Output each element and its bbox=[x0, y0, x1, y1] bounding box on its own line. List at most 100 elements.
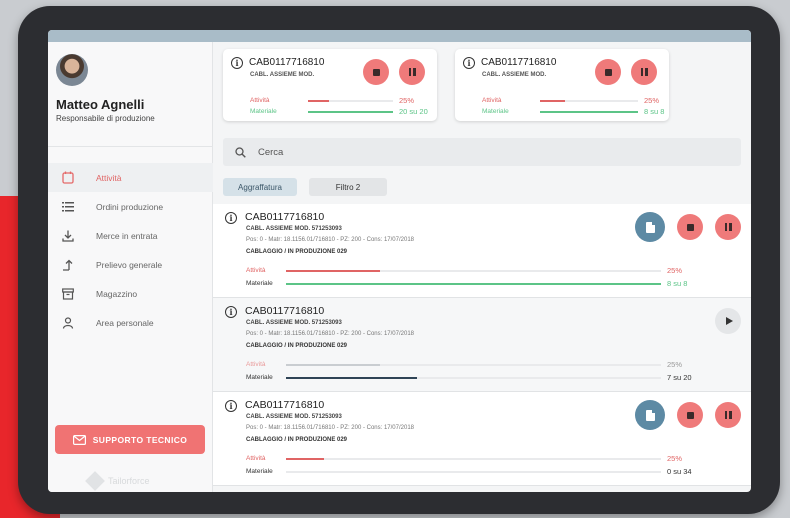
user-name: Matteo Agnelli bbox=[56, 97, 145, 112]
info-icon[interactable]: i bbox=[225, 212, 237, 224]
sidebar-divider bbox=[48, 146, 213, 147]
pause-button[interactable] bbox=[715, 402, 741, 428]
activity-progress-track bbox=[540, 99, 638, 102]
sidebar-item-ordini-produzione[interactable]: Ordini produzione bbox=[48, 192, 213, 221]
pause-button[interactable] bbox=[715, 214, 741, 240]
task-subtitle: CABL. ASSIEME MOD. 571253093 bbox=[246, 226, 342, 232]
sidebar-item-label: Merce in entrata bbox=[96, 230, 158, 241]
activity-value: 25% bbox=[399, 96, 415, 105]
info-icon[interactable]: i bbox=[225, 306, 237, 318]
material-value: 20 su 20 bbox=[399, 107, 428, 116]
support-button-label: SUPPORTO TECNICO bbox=[92, 434, 188, 445]
activity-progress-fill bbox=[286, 457, 324, 460]
material-value: 0 su 34 bbox=[667, 467, 692, 476]
play-icon bbox=[725, 317, 733, 325]
sidebar-item-label: Magazzino bbox=[96, 288, 138, 299]
material-progress-track bbox=[286, 470, 661, 473]
pause-icon bbox=[724, 411, 732, 419]
material-progress-fill bbox=[308, 110, 393, 113]
document-icon bbox=[645, 409, 655, 421]
support-button[interactable]: SUPPORTO TECNICO bbox=[55, 425, 205, 454]
activity-progress-track bbox=[286, 363, 661, 366]
activity-value: 25% bbox=[667, 454, 683, 463]
sidebar-item-attivita[interactable]: Attività bbox=[48, 163, 213, 192]
info-icon[interactable]: i bbox=[463, 57, 475, 69]
search-input[interactable]: Cerca bbox=[258, 147, 283, 158]
play-button[interactable] bbox=[715, 308, 741, 334]
sidebar-item-label: Attività bbox=[96, 172, 122, 183]
material-progress-row: Materiale 8 su 8 bbox=[246, 279, 687, 288]
pause-icon bbox=[724, 223, 732, 231]
pause-button[interactable] bbox=[631, 59, 657, 85]
activity-value: 25% bbox=[667, 266, 683, 275]
task-code: CAB0117716810 bbox=[245, 399, 325, 411]
job-controls bbox=[595, 59, 657, 85]
material-progress-fill bbox=[286, 376, 418, 379]
activity-progress-fill bbox=[308, 99, 330, 102]
active-job-card[interactable]: i CAB0117716810 CABL. ASSIEME MOD. Attiv… bbox=[223, 49, 437, 121]
material-label: Materiale bbox=[250, 108, 277, 115]
job-subtitle: CABL. ASSIEME MOD. bbox=[250, 72, 315, 78]
task-details: Pos: 0 - Matr: 18.1156.01/716810 - PZ: 2… bbox=[246, 331, 414, 337]
activity-progress-row: Attività 25% bbox=[246, 360, 682, 369]
task-row[interactable]: i CAB0117716810 CABL. ASSIEME MOD. 57125… bbox=[213, 298, 751, 392]
archive-icon bbox=[60, 286, 76, 302]
person-icon bbox=[60, 315, 76, 331]
sidebar-item-label: Prelievo generale bbox=[96, 259, 163, 270]
material-value: 8 su 8 bbox=[644, 107, 665, 116]
stop-icon bbox=[686, 223, 694, 231]
sidebar-item-magazzino[interactable]: Magazzino bbox=[48, 279, 213, 308]
brand-logo: Tailorforce bbox=[85, 471, 150, 491]
activity-progress-track bbox=[286, 457, 661, 460]
document-button[interactable] bbox=[635, 400, 665, 430]
activity-label: Attività bbox=[250, 97, 270, 104]
activity-label: Attività bbox=[482, 97, 502, 104]
sidebar-nav: Attività Ordini produzione Merce in entr… bbox=[48, 163, 213, 337]
activity-label: Attività bbox=[246, 267, 266, 274]
info-icon[interactable]: i bbox=[231, 57, 243, 69]
task-code: CAB0117716810 bbox=[245, 305, 325, 317]
task-status: CABLAGGIO / IN PRODUZIONE 029 bbox=[246, 249, 348, 255]
user-role: Responsabile di produzione bbox=[56, 114, 155, 123]
activity-progress-row: Attività 25% bbox=[482, 96, 659, 105]
sidebar-item-label: Area personale bbox=[96, 317, 154, 328]
calendar-icon bbox=[60, 170, 76, 186]
info-icon[interactable]: i bbox=[225, 400, 237, 412]
filter-chip-aggraffatura[interactable]: Aggraffatura bbox=[223, 178, 297, 196]
activity-value: 25% bbox=[667, 360, 683, 369]
activity-progress-fill bbox=[540, 99, 565, 102]
document-button[interactable] bbox=[635, 212, 665, 242]
pause-icon bbox=[408, 68, 416, 76]
material-progress-row: Materiale 7 su 20 bbox=[246, 373, 692, 382]
stop-button[interactable] bbox=[677, 402, 703, 428]
activity-progress-fill bbox=[286, 363, 380, 366]
search-bar[interactable]: Cerca bbox=[223, 138, 741, 166]
stop-button[interactable] bbox=[363, 59, 389, 85]
mail-icon bbox=[72, 434, 86, 445]
material-progress-row: Materiale 20 su 20 bbox=[250, 107, 428, 116]
task-controls bbox=[635, 400, 741, 430]
material-label: Materiale bbox=[246, 280, 273, 287]
active-job-card[interactable]: i CAB0117716810 CABL. ASSIEME MOD. Attiv… bbox=[455, 49, 669, 121]
material-progress-row: Materiale 8 su 8 bbox=[482, 107, 664, 116]
sidebar-item-area-personale[interactable]: Area personale bbox=[48, 308, 213, 337]
stop-button[interactable] bbox=[595, 59, 621, 85]
sidebar-item-merce-in-entrata[interactable]: Merce in entrata bbox=[48, 221, 213, 250]
filter-chip-filtro-2[interactable]: Filtro 2 bbox=[309, 178, 387, 196]
stop-button[interactable] bbox=[677, 214, 703, 240]
job-code: CAB0117716810 bbox=[481, 57, 557, 68]
sidebar-item-label: Ordini produzione bbox=[96, 201, 164, 212]
activity-label: Attività bbox=[246, 455, 266, 462]
task-controls bbox=[635, 212, 741, 242]
activity-progress-row: Attività 25% bbox=[246, 266, 682, 275]
material-label: Materiale bbox=[246, 468, 273, 475]
avatar[interactable] bbox=[56, 54, 88, 86]
main-content: i CAB0117716810 CABL. ASSIEME MOD. Attiv… bbox=[213, 42, 751, 492]
task-row[interactable]: i CAB0117716810 CABL. ASSIEME MOD. 57125… bbox=[213, 204, 751, 298]
app-screen: Matteo Agnelli Responsabile di produzion… bbox=[48, 30, 751, 492]
material-progress-track bbox=[308, 110, 393, 113]
pause-button[interactable] bbox=[399, 59, 425, 85]
sidebar-item-prelievo-generale[interactable]: Prelievo generale bbox=[48, 250, 213, 279]
task-row[interactable]: i CAB0117716810 CABL. ASSIEME MOD. 57125… bbox=[213, 392, 751, 486]
task-subtitle: CABL. ASSIEME MOD. 571253093 bbox=[246, 414, 342, 420]
